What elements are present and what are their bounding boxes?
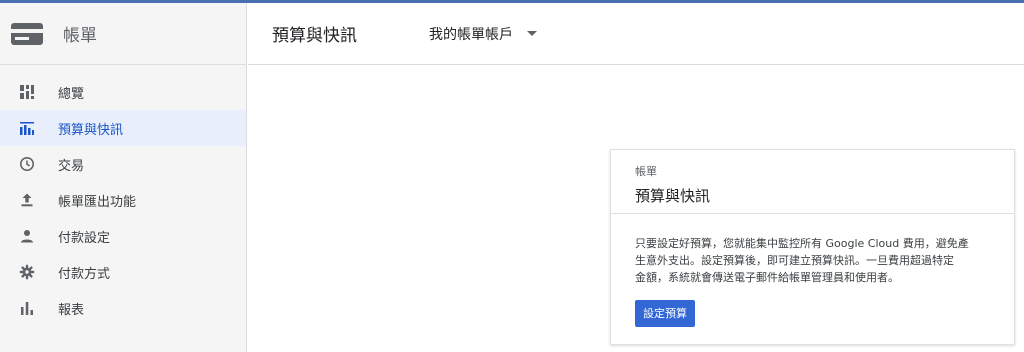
sidebar-item-payment-method[interactable]: 付款方式 <box>0 254 246 290</box>
sidebar-item-label: 交易 <box>58 158 85 174</box>
sidebar-item-label: 付款方式 <box>58 266 111 282</box>
dropdown-arrow-icon <box>527 31 537 36</box>
sidebar-item-label: 報表 <box>58 302 85 318</box>
person-icon <box>18 227 36 245</box>
sidebar-item-label: 預算與快訊 <box>58 122 124 138</box>
sidebar-item-budgets[interactable]: 預算與快訊 <box>0 110 246 146</box>
account-name: 我的帳單帳戶 <box>429 26 513 43</box>
sidebar-item-payment-settings[interactable]: 付款設定 <box>0 218 246 254</box>
budgets-info-card: 帳單 預算與快訊 只要設定好預算，您就能集中監控所有 Google Cloud … <box>610 149 1015 345</box>
credit-card-icon <box>11 22 43 45</box>
clock-icon <box>18 155 36 173</box>
sidebar: 帳單 總覽 預算與快訊 交易 帳單匯出功能 付款設定 付款方式 報表 <box>0 3 247 352</box>
card-text-line: 只要設定好預算，您就能集中監控所有 Google Cloud 費用，避免產 <box>635 237 969 250</box>
bar-chart-icon <box>18 299 36 317</box>
sidebar-item-label: 付款設定 <box>58 230 111 246</box>
dashboard-icon <box>18 83 36 101</box>
sidebar-header: 帳單 <box>0 3 246 65</box>
card-text-line: 生意外支出。設定預算後，即可建立預算快訊。一旦費用超過特定 <box>635 254 954 267</box>
upload-icon <box>18 191 36 209</box>
main-content: 預算與快訊 我的帳單帳戶 帳單 預算與快訊 只要設定好預算，您就能集中監控所有 … <box>248 3 1024 352</box>
account-selector[interactable]: 我的帳單帳戶 <box>429 24 537 44</box>
card-body: 只要設定好預算，您就能集中監控所有 Google Cloud 費用，避免產 生意… <box>611 214 1014 327</box>
sidebar-item-reports[interactable]: 報表 <box>0 290 246 326</box>
sidebar-item-overview[interactable]: 總覽 <box>0 74 246 110</box>
sidebar-item-billing-export[interactable]: 帳單匯出功能 <box>0 182 246 218</box>
set-budget-button[interactable]: 設定預算 <box>635 300 695 327</box>
page-title: 預算與快訊 <box>272 26 357 46</box>
card-text-line: 金額，系統就會傳送電子郵件給帳單管理員和使用者。 <box>635 271 899 284</box>
top-bar: 預算與快訊 我的帳單帳戶 <box>248 3 1024 65</box>
sidebar-item-transactions[interactable]: 交易 <box>0 146 246 182</box>
gear-icon <box>18 263 36 281</box>
card-subtitle: 帳單 <box>635 165 657 178</box>
budget-chart-icon <box>18 119 36 137</box>
card-title: 預算與快訊 <box>635 187 711 205</box>
sidebar-item-label: 總覽 <box>58 86 85 102</box>
sidebar-title: 帳單 <box>63 26 97 46</box>
sidebar-item-label: 帳單匯出功能 <box>58 194 137 210</box>
card-header: 帳單 預算與快訊 <box>611 150 1014 214</box>
sidebar-nav: 總覽 預算與快訊 交易 帳單匯出功能 付款設定 付款方式 報表 <box>0 65 246 326</box>
